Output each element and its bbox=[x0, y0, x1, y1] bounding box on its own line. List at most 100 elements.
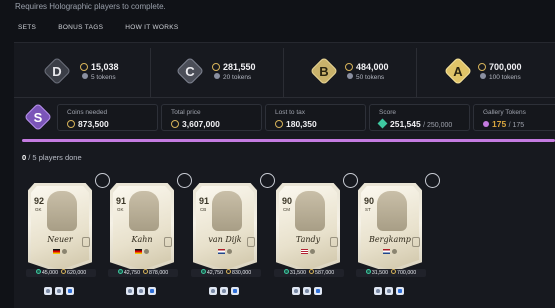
select-ring[interactable] bbox=[425, 173, 440, 188]
shield-icon[interactable] bbox=[44, 287, 52, 295]
divider bbox=[14, 97, 555, 98]
token-icon bbox=[480, 73, 486, 80]
coin-icon bbox=[391, 269, 397, 275]
tab-bonus-tags[interactable]: BONUS TAGS bbox=[58, 24, 103, 31]
flag-icon bbox=[135, 249, 142, 254]
player-rating: 91 bbox=[116, 196, 127, 206]
chemistry-icon bbox=[412, 237, 420, 247]
shield-icon[interactable] bbox=[209, 287, 217, 295]
info-icon[interactable] bbox=[66, 287, 74, 295]
lost-to-tax-label: Lost to tax bbox=[275, 109, 305, 116]
coin-icon bbox=[143, 269, 149, 275]
shield-icon[interactable] bbox=[303, 287, 311, 295]
coins-needed-label: Coins needed bbox=[67, 109, 108, 116]
player-position: GK bbox=[35, 207, 42, 212]
player-rating: 90 bbox=[282, 196, 293, 206]
select-ring[interactable] bbox=[177, 173, 192, 188]
shield-icon[interactable] bbox=[292, 287, 300, 295]
tier-d[interactable]: D bbox=[42, 56, 72, 86]
tier-a-coins: 700,000 bbox=[478, 62, 522, 72]
club-crest-icon bbox=[62, 249, 67, 254]
player-position: GK bbox=[117, 207, 124, 212]
player-card[interactable]: 91 CB van Dijk 42,750 830,000 bbox=[191, 173, 275, 277]
tier-b[interactable]: B bbox=[309, 56, 339, 86]
player-card[interactable]: 91 GK Kahn 42,750 878,000 bbox=[108, 173, 192, 277]
coin-icon bbox=[275, 119, 283, 128]
divider bbox=[283, 48, 284, 97]
tier-d-tokens: 5 tokens bbox=[82, 73, 116, 81]
tier-badge-a: A bbox=[443, 56, 473, 86]
divider bbox=[150, 48, 151, 97]
shield-icon[interactable] bbox=[374, 287, 382, 295]
player-position: CM bbox=[283, 207, 290, 212]
tier-d-coins: 15,038 bbox=[80, 62, 119, 72]
coin-icon bbox=[309, 269, 315, 275]
tier-badge-b: B bbox=[309, 56, 339, 86]
shield-icon[interactable] bbox=[126, 287, 134, 295]
shield-icon[interactable] bbox=[55, 287, 63, 295]
player-card[interactable]: 90 ST Bergkamp 31,500 700,000 bbox=[356, 173, 440, 277]
select-ring[interactable] bbox=[343, 173, 358, 188]
coin-icon bbox=[226, 269, 232, 275]
info-icon[interactable] bbox=[148, 287, 156, 295]
progress-bar bbox=[22, 139, 555, 142]
coin-icon bbox=[61, 269, 67, 275]
tab-sets[interactable]: SETS bbox=[18, 24, 36, 31]
tier-c[interactable]: C bbox=[175, 56, 205, 86]
player-signature: Bergkamp bbox=[369, 235, 411, 244]
player-signature: Neuer bbox=[47, 235, 73, 244]
player-rating: 90 bbox=[364, 196, 375, 206]
card-action-icons bbox=[374, 287, 404, 295]
gallery-tokens-value: 175 / 175 bbox=[483, 119, 524, 129]
card-prices: 42,750 830,000 bbox=[191, 269, 261, 277]
price-icon bbox=[35, 269, 41, 275]
score-value: 251,545 / 250,000 bbox=[377, 118, 452, 129]
player-portrait bbox=[47, 191, 77, 231]
tier-a-tokens: 100 tokens bbox=[480, 73, 521, 81]
tier-b-tokens: 50 tokens bbox=[347, 73, 384, 81]
lost-to-tax-value: 180,350 bbox=[275, 119, 317, 129]
tier-c-coins: 281,550 bbox=[212, 62, 256, 72]
player-rating: 91 bbox=[199, 196, 210, 206]
coin-icon bbox=[171, 119, 179, 128]
coins-needed-value: 873,500 bbox=[67, 119, 109, 129]
card-action-icons bbox=[44, 287, 74, 295]
chemistry-icon bbox=[247, 237, 255, 247]
diamond-icon bbox=[377, 118, 388, 129]
score-box: Score 251,545 / 250,000 bbox=[369, 104, 470, 131]
token-icon bbox=[347, 73, 353, 80]
player-portrait bbox=[295, 191, 325, 231]
gallery-tokens-label: Gallery Tokens bbox=[483, 109, 526, 116]
price-icon bbox=[200, 269, 206, 275]
select-ring[interactable] bbox=[95, 173, 110, 188]
shield-icon[interactable] bbox=[385, 287, 393, 295]
club-crest-icon bbox=[227, 249, 232, 254]
gallery-tokens-box: Gallery Tokens 175 / 175 bbox=[473, 104, 555, 131]
player-position: ST bbox=[365, 207, 371, 212]
player-card[interactable]: 90 CM Tandy 31,500 587,000 bbox=[274, 173, 358, 277]
coin-icon bbox=[345, 62, 353, 71]
club-crest-icon bbox=[392, 249, 397, 254]
select-ring[interactable] bbox=[260, 173, 275, 188]
flag-icon bbox=[383, 249, 390, 254]
info-icon[interactable] bbox=[314, 287, 322, 295]
flag-icon bbox=[301, 249, 308, 254]
player-signature: Tandy bbox=[295, 235, 321, 244]
tier-c-tokens: 20 tokens bbox=[214, 73, 251, 81]
shield-icon[interactable] bbox=[137, 287, 145, 295]
player-card[interactable]: 92 GK Neuer 45,000 620,000 bbox=[26, 173, 110, 277]
info-icon[interactable] bbox=[396, 287, 404, 295]
player-signature: van Dijk bbox=[208, 235, 242, 244]
tab-how-it-works[interactable]: HOW IT WORKS bbox=[125, 24, 178, 31]
info-icon[interactable] bbox=[231, 287, 239, 295]
club-crest-icon bbox=[310, 249, 315, 254]
chemistry-icon bbox=[164, 237, 172, 247]
players-done: 0 / 5 players done bbox=[22, 153, 82, 162]
coin-icon bbox=[80, 62, 88, 71]
tier-a[interactable]: A bbox=[443, 56, 473, 86]
shield-icon[interactable] bbox=[220, 287, 228, 295]
requirement-text: Requires Holographic players to complete… bbox=[15, 2, 166, 11]
player-position: CB bbox=[200, 207, 207, 212]
player-portrait bbox=[377, 191, 407, 231]
coins-needed-box: Coins needed 873,500 bbox=[57, 104, 158, 131]
